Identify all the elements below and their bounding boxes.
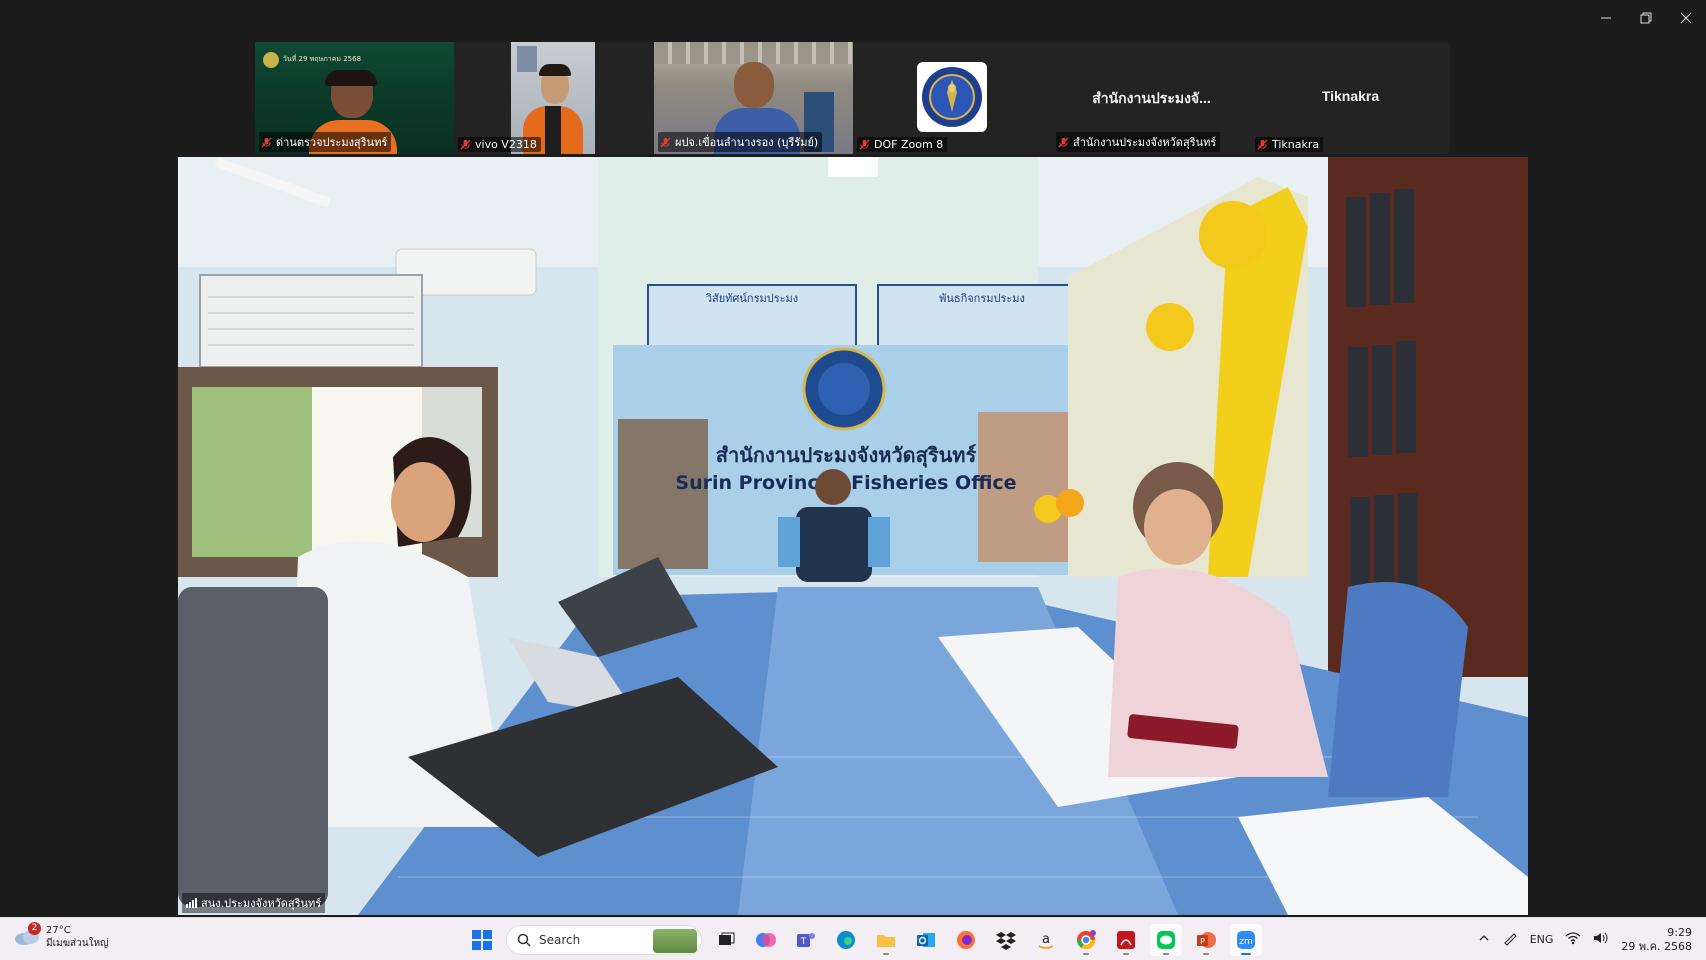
participant-name-label: vivo V2318 [475,138,537,151]
windows-start-icon[interactable] [466,924,498,956]
svg-text:a: a [1042,932,1050,947]
main-speaker-video[interactable]: วิสัยทัศน์กรมประมง พันธกิจกรมประมง สำนัก… [178,157,1528,915]
line-icon[interactable] [1150,923,1182,956]
mic-off-icon [660,136,671,148]
participant-tile[interactable]: สำนักงานประมงจั... สำนักงานประมงจังหวัดส… [1052,42,1251,154]
mission-board-title: พันธกิจกรมประมง [939,292,1025,305]
copilot-icon[interactable] [750,924,782,956]
cloud-icon: 2 [14,922,41,948]
svg-text:P: P [1200,937,1205,946]
participant-strip: วันที่ 29 พฤษภาคม 2568 ด่านตรวจประมงสุริ… [255,42,1450,154]
firefox-icon[interactable] [950,924,982,956]
windows-taskbar: 2 27°C มีเมฆส่วนใหญ่ Search T a P zm ENG… [0,917,1706,960]
acrobat-icon[interactable] [1110,924,1142,956]
wifi-icon[interactable] [1565,931,1581,948]
weather-desc: มีเมฆส่วนใหญ่ [46,938,109,949]
mic-off-icon [1058,136,1069,148]
participant-tile[interactable]: vivo V2318 [454,42,652,154]
pen-input-icon[interactable] [1502,930,1518,949]
weather-widget[interactable]: 2 27°C มีเมฆส่วนใหญ่ [14,922,109,950]
participant-display-name: สำนักงานประมงจั... [1092,90,1211,106]
minimize-icon[interactable] [1586,0,1626,36]
task-view-icon[interactable] [710,924,742,956]
amazon-icon[interactable]: a [1030,924,1062,956]
department-of-fisheries-seal-icon [922,67,982,127]
participant-name-label: ผปจ.เขื่อนลำนางรอง (บุรีรัมย์) [675,136,819,149]
participant-display-name: Tiknakra [1321,88,1380,104]
clock[interactable]: 9:29 29 พ.ค. 2568 [1621,926,1692,954]
weather-temp: 27°C [46,925,71,936]
search-placeholder: Search [539,932,581,947]
search-icon [517,933,531,947]
search-highlight-image [653,928,697,953]
main-speaker-name-label: สนง.ประมงจังหวัดสุรินทร์ [201,897,322,910]
zoom-meeting-window: วันที่ 29 พฤษภาคม 2568 ด่านตรวจประมงสุริ… [0,0,1706,960]
mic-off-icon [261,136,272,148]
backdrop-thai-title: สำนักงานประมงจังหวัดสุรินทร์ [716,443,977,468]
weather-badge: 2 [28,922,41,935]
participant-name: สำนักงานประมงจังหวัดสุรินทร์ [1056,132,1221,152]
dropbox-icon[interactable] [990,924,1022,956]
clock-date: 29 พ.ค. 2568 [1621,939,1692,953]
participant-name: ผปจ.เขื่อนลำนางรอง (บุรีรัมย์) [658,132,823,152]
file-explorer-icon[interactable] [870,924,902,956]
teams-icon[interactable]: T [790,924,822,956]
chrome-icon[interactable] [1070,924,1102,956]
participant-name: ด่านตรวจประมงสุรินทร์ [259,132,392,152]
participant-tile[interactable]: DOF Zoom 8 [853,42,1052,154]
mic-off-icon [460,139,471,150]
restore-icon[interactable] [1626,0,1666,36]
participant-name: Tiknakra [1255,137,1324,152]
main-speaker-name: สนง.ประมงจังหวัดสุรินทร์ [182,893,326,913]
outlook-icon[interactable] [910,924,942,956]
chevron-up-icon[interactable] [1478,932,1490,947]
language-indicator[interactable]: ENG [1530,933,1554,946]
taskbar-apps: Search T a P zm [466,922,1262,957]
participant-name-label: สำนักงานประมงจังหวัดสุรินทร์ [1073,136,1217,149]
participant-name-label: DOF Zoom 8 [874,138,944,151]
participant-name: vivo V2318 [458,137,541,152]
svg-text:T: T [800,937,807,947]
banner-text: วันที่ 29 พฤษภาคม 2568 [283,55,362,63]
powerpoint-icon[interactable]: P [1190,924,1222,956]
connection-signal-icon [186,898,197,908]
participant-name-label: Tiknakra [1272,138,1320,151]
participant-name-label: ด่านตรวจประมงสุรินทร์ [276,136,388,149]
participant-tile[interactable]: วันที่ 29 พฤษภาคม 2568 ด่านตรวจประมงสุริ… [255,42,454,154]
taskbar-search-input[interactable]: Search [506,924,702,955]
window-controls [1586,0,1706,36]
close-icon[interactable] [1666,0,1706,36]
participant-tile[interactable]: ผปจ.เขื่อนลำนางรอง (บุรีรัมย์) [654,42,853,154]
clock-time: 9:29 [1667,925,1692,939]
mic-off-icon [859,139,870,150]
system-tray: ENG 9:29 29 พ.ค. 2568 [1478,918,1706,960]
edge-icon[interactable] [830,924,862,956]
meeting-room-scene: วิสัยทัศน์กรมประมง พันธกิจกรมประมง สำนัก… [178,157,1528,915]
mic-off-icon [1257,139,1268,150]
volume-icon[interactable] [1593,931,1609,948]
dof-logo [917,62,987,132]
vision-board-title: วิสัยทัศน์กรมประมง [705,292,798,305]
svg-text:zm: zm [1239,937,1253,947]
participant-name: DOF Zoom 8 [857,137,948,152]
zoom-icon[interactable]: zm [1230,923,1262,956]
participant-tile[interactable]: Tiknakra Tiknakra [1251,42,1450,154]
